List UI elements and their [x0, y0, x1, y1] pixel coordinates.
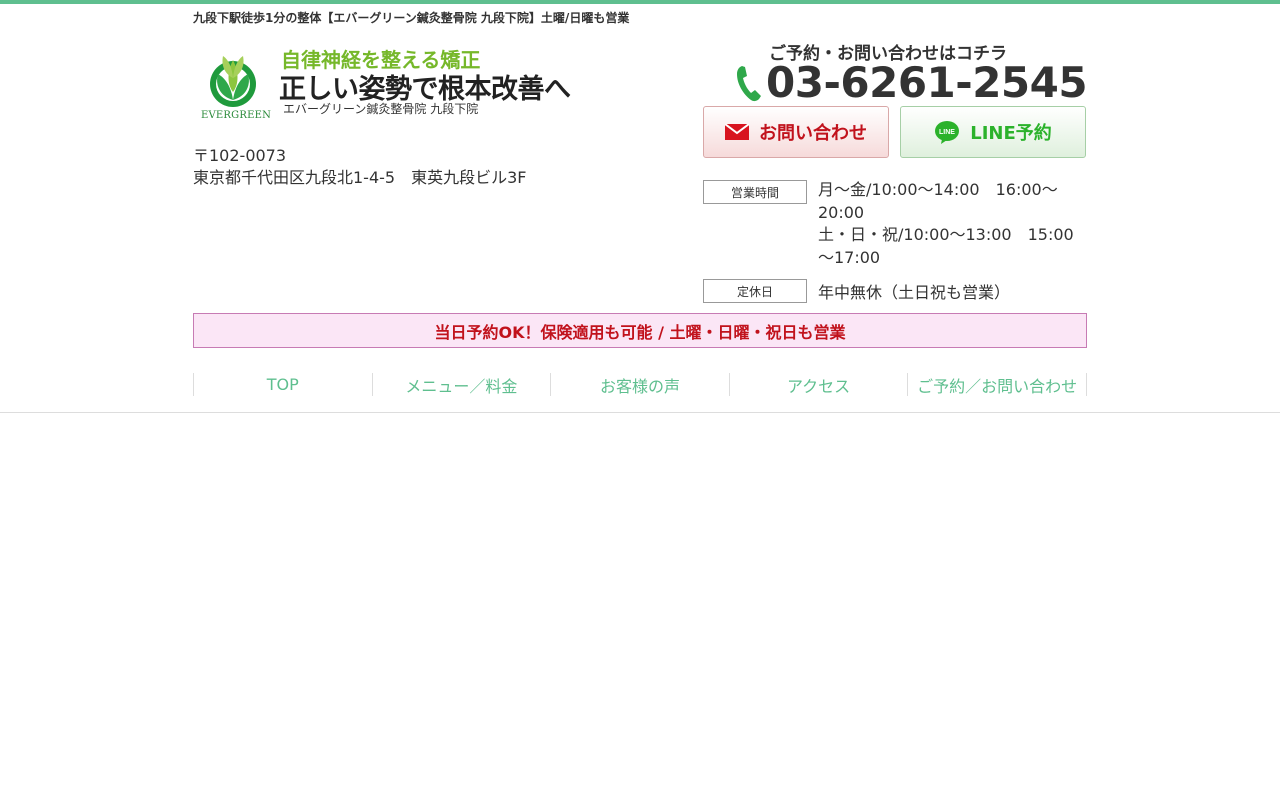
postal-code: 〒102-0073 [193, 146, 287, 165]
phone-link[interactable]: 03-6261-2545 [736, 58, 1088, 107]
hours-label: 営業時間 [703, 180, 807, 204]
header-container: 九段下駅徒歩1分の整体【エバーグリーン鍼灸整骨院 九段下院】土曜/日曜も営業 E… [193, 0, 1088, 412]
phone-number: 03-6261-2545 [766, 58, 1088, 107]
address-block: 〒102-0073 東京都千代田区九段北1-4-5 東英九段ビル3F [193, 145, 526, 189]
holiday-label: 定休日 [703, 279, 807, 303]
nav-item-menu-price[interactable]: メニュー／料金 [373, 373, 552, 396]
nav-item-testimonials[interactable]: お客様の声 [551, 373, 730, 396]
nav-item-access[interactable]: アクセス [730, 373, 909, 396]
hours-weekend: 土・日・祝/10:00～13:00 15:00～17:00 [818, 225, 1074, 267]
mail-icon [725, 124, 749, 140]
street-address: 東京都千代田区九段北1-4-5 東英九段ビル3F [193, 168, 527, 187]
hours-text: 月～金/10:00～14:00 16:00～20:00 土・日・祝/10:00～… [818, 179, 1088, 269]
line-icon: LINE [935, 121, 960, 144]
phone-icon [737, 66, 761, 102]
contact-mail-label: お問い合わせ [759, 123, 867, 144]
logo-wordmark: EVERGREEN [201, 110, 272, 121]
header-divider [0, 412, 1280, 413]
site-tagline: 九段下駅徒歩1分の整体【エバーグリーン鍼灸整骨院 九段下院】土曜/日曜も営業 [193, 11, 630, 25]
nav-item-top[interactable]: TOP [194, 373, 373, 396]
global-nav: TOP メニュー／料金 お客様の声 アクセス ご予約／お問い合わせ [193, 373, 1087, 396]
nav-item-contact[interactable]: ご予約／お問い合わせ [908, 373, 1087, 396]
contact-mail-button[interactable]: お問い合わせ [703, 106, 889, 158]
clinic-name: エバーグリーン鍼灸整骨院 九段下院 [283, 102, 479, 116]
line-reserve-button[interactable]: LINE LINE予約 [900, 106, 1086, 158]
site-logo-link[interactable]: EVERGREEN [201, 44, 271, 121]
notice-banner: 当日予約OK！保険適用も可能 / 土曜・日曜・祝日も営業 [193, 313, 1087, 348]
holiday-text: 年中無休（土日祝も営業） [818, 283, 1011, 302]
line-icon-text: LINE [939, 129, 955, 136]
hours-weekday: 月～金/10:00～14:00 16:00～20:00 [818, 180, 1058, 222]
evergreen-leaf-icon [210, 56, 256, 107]
line-reserve-label: LINE予約 [970, 123, 1052, 144]
